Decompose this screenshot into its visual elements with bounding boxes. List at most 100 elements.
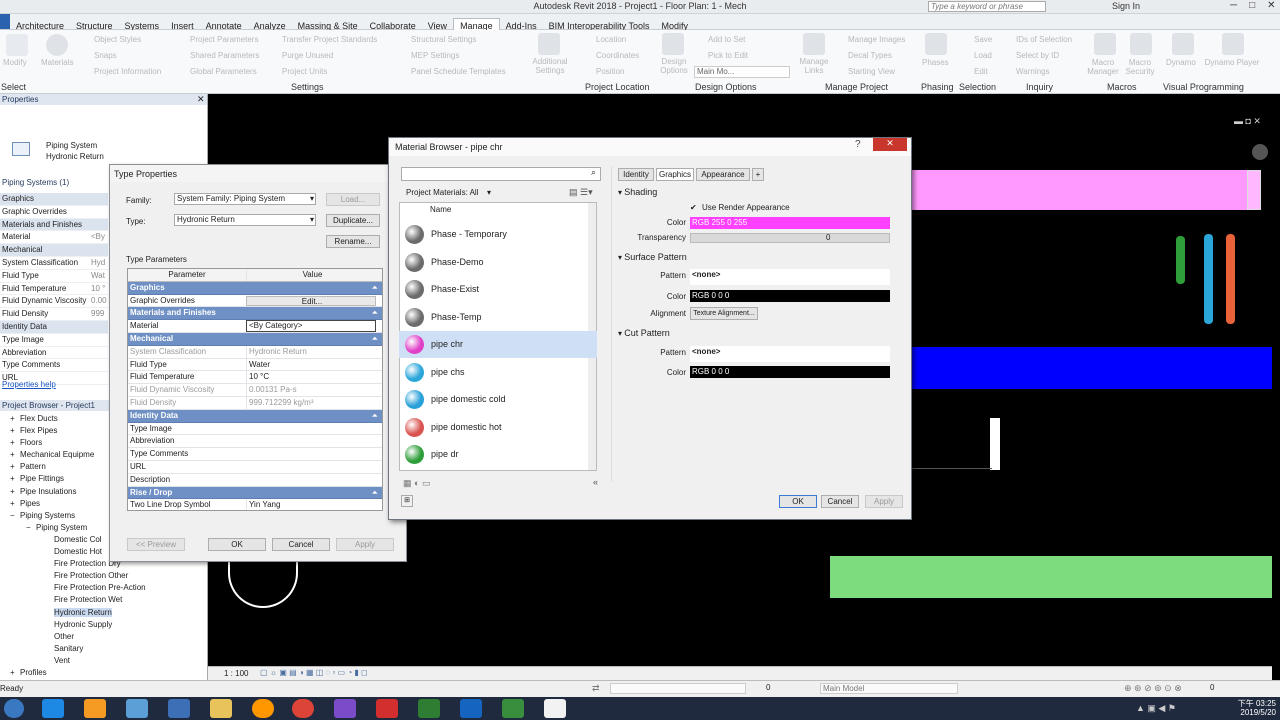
apply-button[interactable]: Apply [336,538,394,551]
dynamo-button[interactable]: Dynamo [1166,58,1196,67]
design-option-status[interactable]: Main Model [820,683,958,694]
warnings[interactable]: Warnings [1016,67,1050,76]
pink-pipe-bar[interactable] [912,170,1250,210]
workset-select[interactable] [610,683,746,694]
properties-section[interactable]: Materials and Finishes [0,218,108,232]
view-controls-icon[interactable]: ▢ ☼ ▣ ▤ ◑ ▦ ◫ ◌ ▫ ▭ ◔ ▮ ◻ [260,668,368,677]
selection-edit[interactable]: Edit [974,67,988,76]
navisworks-icon[interactable] [418,699,440,718]
add-to-set[interactable]: Add to Set [708,35,745,44]
browser-item[interactable]: Sanitary [0,643,200,655]
phases-icon[interactable] [925,33,947,55]
cancel-button[interactable]: Cancel [821,495,859,508]
chrome-icon[interactable] [292,699,314,718]
parameter-value[interactable]: 10 °C [246,371,376,384]
type-selector-line2[interactable]: Hydronic Return [46,152,104,161]
library-toolbar-icon[interactable]: ▦ ◐ ▭ [403,478,430,489]
expander-icon[interactable]: + [10,486,20,498]
material-item[interactable]: pipe dr [399,441,597,468]
use-render-checkbox[interactable]: ✔ [690,203,697,212]
object-styles[interactable]: Object Styles [94,35,141,44]
load-button[interactable]: Load... [326,193,380,206]
ie-icon[interactable] [42,699,64,718]
expander-icon[interactable]: + [10,461,20,473]
texture-alignment-button[interactable]: Texture Alignment... [690,307,758,320]
parameter-section[interactable]: Materials and Finishes [128,307,382,321]
parameter-value[interactable]: 999.712299 kg/m³ [246,396,376,409]
parameter-section[interactable]: Mechanical [128,332,382,346]
surface-pattern-section[interactable]: Surface Pattern [618,252,687,262]
parameter-row[interactable]: Fluid Temperature 10 °C [128,371,382,385]
dynamo-player-icon[interactable] [1222,33,1244,55]
expander-icon[interactable]: − [26,522,36,534]
expander-icon[interactable]: − [10,510,20,522]
transparency-slider[interactable] [690,233,890,243]
properties-row[interactable]: Fluid Type Wat [0,270,108,283]
mep-settings[interactable]: MEP Settings [411,51,459,60]
material-item[interactable]: pipe chr [399,331,597,358]
property-value[interactable]: 999 [91,308,104,320]
duplicate-button[interactable]: Duplicate... [326,214,380,227]
pick-to-edit[interactable]: Pick to Edit [708,51,748,60]
phases-button[interactable]: Phases [922,58,949,67]
properties-row[interactable]: Type Comments [0,359,108,373]
view-controls-icon[interactable]: ▬ ◘ ✕ [1234,116,1261,127]
property-value[interactable]: Wat [91,270,105,282]
browser-item[interactable]: Fire Protection Other [0,570,200,582]
design-option-select[interactable]: Main Mo... [694,66,790,78]
expander-icon[interactable]: + [10,437,20,449]
parameter-row[interactable]: URL [128,461,382,474]
browser-item[interactable]: Hydronic Supply [0,619,200,631]
excel-icon[interactable] [502,699,524,718]
parameter-row[interactable]: Type Image [128,423,382,436]
tray-icons[interactable]: ▲ ▣ ◀ ⚑ [1136,703,1176,714]
apply-button[interactable]: Apply [865,495,903,508]
dynamo-icon[interactable] [1172,33,1194,55]
window-controls[interactable]: ─□✕ [1230,0,1280,11]
parameter-row[interactable]: Two Line Drop Symbol Yin Yang [128,499,382,510]
material-field[interactable]: <By Category> [246,320,376,333]
file-tab[interactable] [0,14,10,29]
orange-riser[interactable] [1226,234,1235,324]
properties-row[interactable]: Material <By [0,231,108,245]
position-button[interactable]: Position [596,67,624,76]
starting-view[interactable]: Starting View [848,67,895,76]
design-options-button[interactable]: Design Options [656,57,692,75]
family-select[interactable]: System Family: Piping System [174,193,316,205]
additional-settings-icon[interactable] [538,33,560,55]
browser-item[interactable]: Other [0,631,200,643]
browser-item[interactable]: Hydronic Return [0,607,200,619]
cut-pattern-value[interactable]: <none> [690,346,890,362]
properties-section[interactable]: Graphics [0,193,108,206]
properties-row[interactable]: Graphic Overrides [0,206,108,219]
selection-load[interactable]: Load [974,51,992,60]
macro-security-button[interactable]: Macro Security [1122,58,1158,76]
material-editor-icon[interactable]: ⊞ [401,495,413,507]
expander-icon[interactable]: + [10,449,20,461]
close-icon[interactable]: ✕ [197,94,205,105]
browser-item[interactable]: Vent [0,655,200,667]
decal-types[interactable]: Decal Types [848,51,892,60]
media-icon[interactable] [84,699,106,718]
green-riser[interactable] [1176,236,1185,284]
expander-icon[interactable]: + [10,473,20,485]
revit-icon[interactable] [460,699,482,718]
snaps[interactable]: Snaps [94,51,117,60]
modify-icon[interactable] [6,34,28,56]
ok-button[interactable]: OK [208,538,266,551]
app-icon[interactable] [126,699,148,718]
browser-item[interactable]: Fire Protection Pre-Action [0,582,200,594]
surface-color-swatch[interactable]: RGB 0 0 0 [690,290,890,302]
material-item[interactable]: pipe domestic hot [399,414,597,441]
folder-icon[interactable] [210,699,232,718]
parameter-value[interactable]: 0.00131 Pa-s [246,384,376,397]
white-element[interactable] [990,418,1000,470]
parameter-row[interactable]: Fluid Type Water [128,358,382,372]
shading-color-swatch[interactable]: RGB 255 0 255 [690,217,890,229]
properties-row[interactable]: Abbreviation [0,347,108,360]
property-value[interactable]: 0.00 [91,295,107,307]
global-parameters[interactable]: Global Parameters [190,67,257,76]
macro-security-icon[interactable] [1130,33,1152,55]
firefox-icon[interactable] [252,699,274,718]
chevron-down-icon[interactable]: ▾ [487,188,491,197]
